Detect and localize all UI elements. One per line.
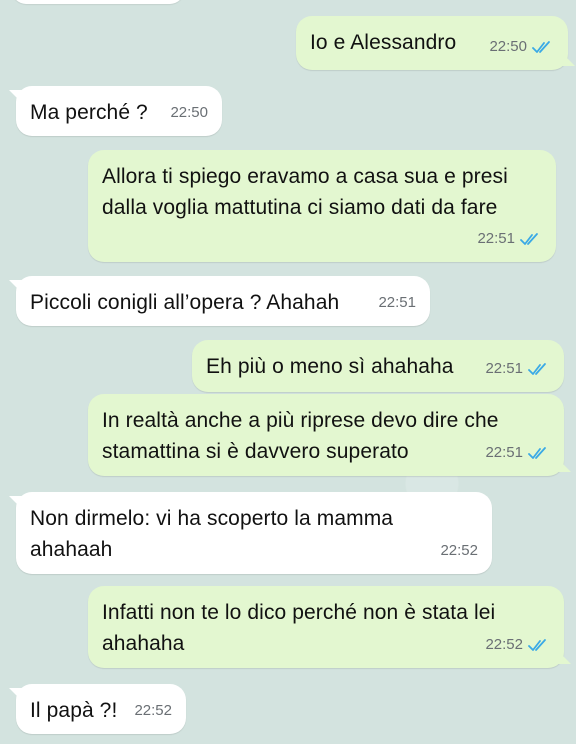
message-meta: 22:51 — [378, 287, 416, 318]
message-time: 22:51 — [485, 360, 523, 377]
message-time: 22:52 — [134, 702, 172, 719]
message-meta: 22:52 — [485, 629, 550, 660]
message-meta: 22:52 — [440, 535, 478, 566]
message-time: 22:51 — [477, 230, 515, 247]
message-meta: 22:52 — [134, 695, 172, 726]
message-text: In realtà anche a più riprese devo dire … — [102, 409, 499, 463]
message-incoming[interactable]: Non dirmelo: vi ha scoperto la mamma aha… — [16, 492, 492, 574]
message-outgoing[interactable]: Io e Alessandro 22:50 — [296, 16, 568, 70]
message-meta: 22:51 — [477, 223, 542, 254]
message-incoming[interactable]: Piccoli conigli all’opera ? Ahahah 22:51 — [16, 276, 430, 326]
double-check-icon — [528, 446, 546, 459]
message-outgoing[interactable]: Eh più o meno sì ahahaha 22:51 — [192, 340, 564, 392]
message-meta: 22:51 — [485, 353, 550, 384]
message-text: Infatti non te lo dico perché non è stat… — [102, 601, 496, 655]
message-time: 22:52 — [440, 542, 478, 559]
message-text: Piccoli conigli all’opera ? Ahahah — [30, 291, 340, 314]
message-meta: 22:50 — [170, 97, 208, 128]
message-outgoing[interactable]: Infatti non te lo dico perché non è stat… — [88, 586, 564, 668]
message-text: Non dirmelo: vi ha scoperto la mamma aha… — [30, 507, 394, 561]
message-text: Ma perché ? — [30, 101, 148, 124]
double-check-icon — [532, 40, 550, 53]
message-incoming[interactable]: Il papà ?! 22:52 — [16, 684, 186, 734]
double-check-icon — [528, 638, 546, 651]
message-outgoing[interactable]: In realtà anche a più riprese devo dire … — [88, 394, 564, 476]
message-time: 22:52 — [485, 636, 523, 653]
message-text: Allora ti spiego eravamo a casa sua e pr… — [102, 165, 508, 219]
message-text: Io e Alessandro — [310, 31, 457, 54]
message-incoming[interactable]: Ma perché ? 22:50 — [16, 86, 222, 136]
double-check-icon — [520, 232, 538, 245]
message-time: 22:50 — [489, 38, 527, 55]
message-time: 22:50 — [170, 104, 208, 121]
previous-message-bubble — [12, 0, 184, 4]
chat-background: Io e Alessandro 22:50 Ma perché ? 22:50 … — [0, 0, 576, 744]
message-time: 22:51 — [485, 444, 523, 461]
message-text: Il papà ?! — [30, 699, 118, 722]
message-meta: 22:51 — [485, 437, 550, 468]
double-check-icon — [528, 362, 546, 375]
message-time: 22:51 — [378, 294, 416, 311]
message-text: Eh più o meno sì ahahaha — [206, 355, 454, 378]
message-meta: 22:50 — [489, 31, 554, 62]
message-outgoing[interactable]: Allora ti spiego eravamo a casa sua e pr… — [88, 150, 556, 262]
